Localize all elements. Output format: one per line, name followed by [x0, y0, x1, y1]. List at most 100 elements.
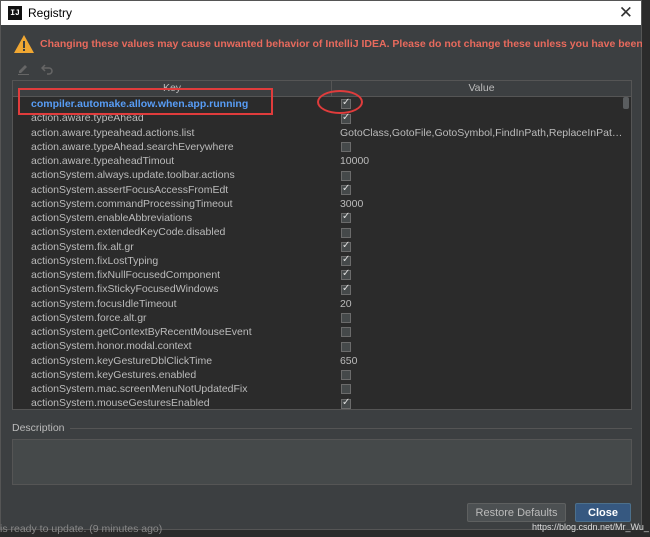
registry-value[interactable] — [322, 226, 627, 238]
unchecked-checkbox[interactable] — [340, 142, 351, 153]
registry-key: actionSystem.keyGestures.enabled — [31, 368, 197, 381]
table-row[interactable]: actionSystem.assertFocusAccessFromEdt — [13, 183, 627, 197]
warning-text: Changing these values may cause unwanted… — [40, 38, 650, 50]
checked-checkbox[interactable] — [340, 255, 351, 267]
table-row[interactable]: actionSystem.enableAbbreviations — [13, 211, 627, 225]
intellij-app-icon: IJ — [8, 6, 22, 20]
unchecked-checkbox[interactable] — [340, 227, 351, 238]
table-row[interactable]: actionSystem.fixLostTyping — [13, 254, 627, 268]
registry-key: actionSystem.getContextByRecentMouseEven… — [31, 326, 252, 339]
registry-value[interactable]: 3000 — [322, 198, 627, 210]
checked-checkbox[interactable] — [340, 241, 351, 252]
edit-pencil-icon[interactable] — [16, 61, 30, 75]
registry-key: actionSystem.mac.screenMenuNotUpdatedFix — [31, 383, 248, 396]
table-row[interactable]: action.aware.typeAhead — [13, 111, 627, 125]
registry-key: action.aware.typeaheadTimout — [31, 155, 175, 168]
registry-value[interactable] — [322, 326, 627, 338]
table-row[interactable]: actionSystem.fixStickyFocusedWindows — [13, 282, 627, 296]
table-row[interactable]: actionSystem.mouseGesturesEnabled — [13, 396, 627, 409]
unchecked-checkbox[interactable] — [340, 327, 351, 338]
unchecked-checkbox[interactable] — [340, 341, 351, 352]
value-column-header[interactable]: Value — [332, 81, 631, 96]
table-body: compiler.automake.allow.when.app.running… — [13, 97, 627, 409]
warning-icon — [14, 35, 34, 53]
registry-value[interactable] — [322, 169, 627, 181]
unchecked-checkbox[interactable] — [340, 313, 351, 324]
table-row[interactable]: actionSystem.mac.screenMenuNotUpdatedFix — [13, 382, 627, 396]
unchecked-checkbox[interactable] — [340, 170, 351, 181]
title-bar[interactable]: IJ Registry ✕ — [1, 1, 641, 25]
registry-value[interactable] — [322, 212, 627, 224]
registry-value[interactable] — [322, 141, 627, 153]
scrollbar-thumb[interactable] — [623, 97, 629, 109]
registry-value[interactable]: 20 — [322, 298, 627, 310]
key-column-header[interactable]: Key — [13, 81, 332, 96]
watermark-text: https://blog.csdn.net/Mr_Wu_ — [532, 522, 649, 532]
registry-key: action.aware.typeAhead.searchEverywhere — [31, 140, 234, 153]
registry-key: action.aware.typeAhead — [31, 112, 144, 125]
checked-checkbox[interactable] — [340, 98, 351, 110]
table-row[interactable]: actionSystem.extendedKeyCode.disabled — [13, 225, 627, 239]
table-row[interactable]: actionSystem.force.alt.gr — [13, 311, 627, 325]
registry-value[interactable] — [322, 283, 627, 295]
registry-value[interactable]: 10000 — [322, 155, 627, 167]
registry-key: actionSystem.fixNullFocusedComponent — [31, 269, 221, 282]
registry-value[interactable] — [322, 312, 627, 324]
registry-value[interactable] — [322, 184, 627, 196]
table-row[interactable]: compiler.automake.allow.when.app.running — [13, 97, 627, 112]
warning-banner: Changing these values may cause unwanted… — [13, 34, 650, 54]
registry-key: actionSystem.honor.modal.context — [31, 340, 192, 353]
checked-checkbox[interactable] — [340, 397, 351, 409]
table-row[interactable]: actionSystem.fix.alt.gr — [13, 240, 627, 254]
table-row[interactable]: actionSystem.commandProcessingTimeout 300… — [13, 197, 627, 211]
registry-value[interactable]: 650 — [322, 355, 627, 367]
table-row[interactable]: actionSystem.getContextByRecentMouseEven… — [13, 325, 627, 339]
registry-key: actionSystem.fix.alt.gr — [31, 240, 134, 253]
registry-key: action.aware.typeahead.actions.list — [31, 126, 195, 139]
registry-key: compiler.automake.allow.when.app.running — [31, 98, 249, 111]
unchecked-checkbox[interactable] — [340, 370, 351, 381]
registry-key: actionSystem.keyGestureDblClickTime — [31, 354, 213, 367]
checked-checkbox[interactable] — [340, 184, 351, 195]
checked-checkbox[interactable] — [340, 269, 351, 281]
table-row[interactable]: action.aware.typeahead.actions.list GotoC… — [13, 126, 627, 140]
registry-value[interactable] — [322, 98, 627, 110]
revert-icon[interactable] — [40, 61, 54, 75]
registry-key: actionSystem.focusIdleTimeout — [31, 297, 177, 310]
close-window-icon[interactable]: ✕ — [619, 3, 633, 23]
checked-checkbox[interactable] — [340, 212, 351, 224]
background-editor-edge — [642, 0, 650, 537]
window-title: Registry — [28, 6, 73, 20]
table-row[interactable]: actionSystem.honor.modal.context — [13, 339, 627, 353]
table-header: Key Value — [13, 81, 631, 97]
description-divider — [70, 428, 632, 429]
registry-key: actionSystem.assertFocusAccessFromEdt — [31, 183, 229, 196]
registry-value[interactable] — [322, 112, 627, 124]
table-row[interactable]: actionSystem.fixNullFocusedComponent — [13, 268, 627, 282]
table-row[interactable]: actionSystem.keyGestureDblClickTime 650 — [13, 354, 627, 368]
registry-value[interactable] — [322, 397, 627, 409]
registry-value[interactable] — [322, 269, 627, 281]
table-row[interactable]: actionSystem.keyGestures.enabled — [13, 368, 627, 382]
registry-value[interactable] — [322, 255, 627, 267]
unchecked-checkbox[interactable] — [340, 384, 351, 395]
registry-value[interactable] — [322, 340, 627, 352]
registry-key: actionSystem.always.update.toolbar.actio… — [31, 169, 235, 182]
registry-value[interactable]: GotoClass,GotoFile,GotoSymbol,FindInPath… — [322, 127, 627, 139]
table-row[interactable]: actionSystem.focusIdleTimeout 20 — [13, 297, 627, 311]
table-scrollbar[interactable] — [623, 97, 629, 409]
toolbar — [16, 61, 54, 75]
registry-key: actionSystem.fixLostTyping — [31, 254, 159, 267]
table-row[interactable]: action.aware.typeaheadTimout 10000 — [13, 154, 627, 168]
registry-value[interactable] — [322, 369, 627, 381]
restore-defaults-button[interactable]: Restore Defaults — [467, 503, 566, 522]
registry-value[interactable] — [322, 241, 627, 253]
registry-value[interactable] — [322, 383, 627, 395]
registry-key: actionSystem.force.alt.gr — [31, 311, 147, 324]
background-status-text: is ready to update. (9 minutes ago) — [0, 523, 163, 535]
table-row[interactable]: actionSystem.always.update.toolbar.actio… — [13, 168, 627, 182]
checked-checkbox[interactable] — [340, 112, 351, 124]
close-button[interactable]: Close — [575, 503, 631, 522]
checked-checkbox[interactable] — [340, 283, 351, 295]
table-row[interactable]: action.aware.typeAhead.searchEverywhere — [13, 140, 627, 154]
